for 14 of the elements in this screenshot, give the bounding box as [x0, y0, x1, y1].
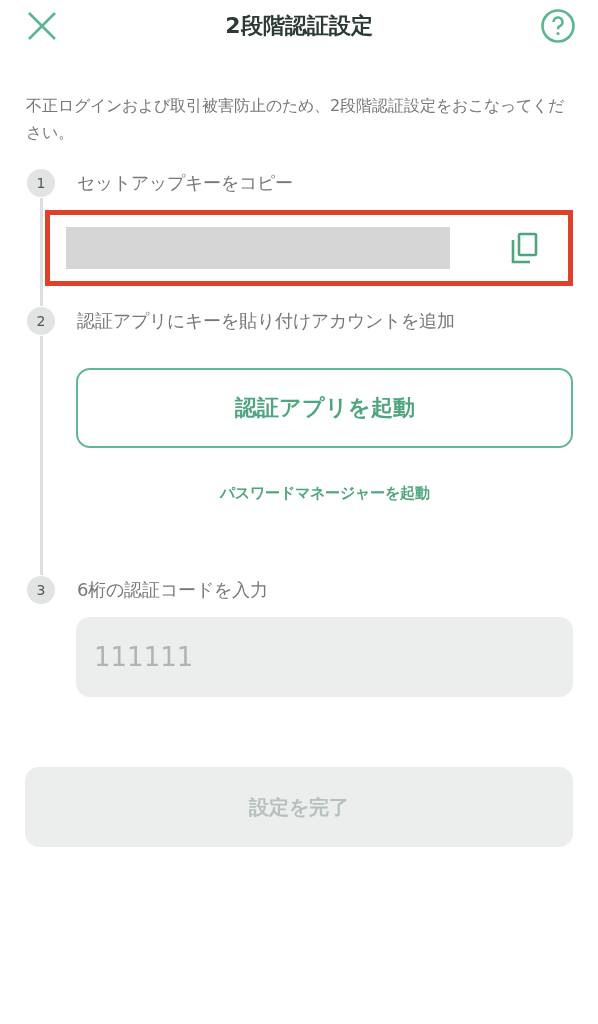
step-number: 2	[27, 307, 55, 335]
step-label: セットアップキーをコピー	[77, 171, 293, 195]
launch-app-button[interactable]: 認証アプリを起動	[76, 368, 573, 448]
code-input[interactable]: 111111	[76, 617, 573, 697]
password-manager-link[interactable]: パスワードマネージャーを起動	[219, 484, 430, 503]
copy-icon[interactable]	[510, 232, 538, 264]
description-text: 不正ログインおよび取引被害防止のため、2段階認証設定をおこなってください。	[26, 95, 566, 144]
step-label: 認証アプリにキーを貼り付けアカウントを追加	[77, 309, 455, 333]
step-number: 1	[27, 169, 55, 197]
page-title: 2段階認証設定	[225, 12, 373, 40]
step-label: 6桁の認証コードを入力	[77, 578, 269, 602]
close-icon[interactable]	[26, 10, 58, 42]
help-icon[interactable]	[540, 8, 576, 44]
step-number: 3	[27, 576, 55, 604]
